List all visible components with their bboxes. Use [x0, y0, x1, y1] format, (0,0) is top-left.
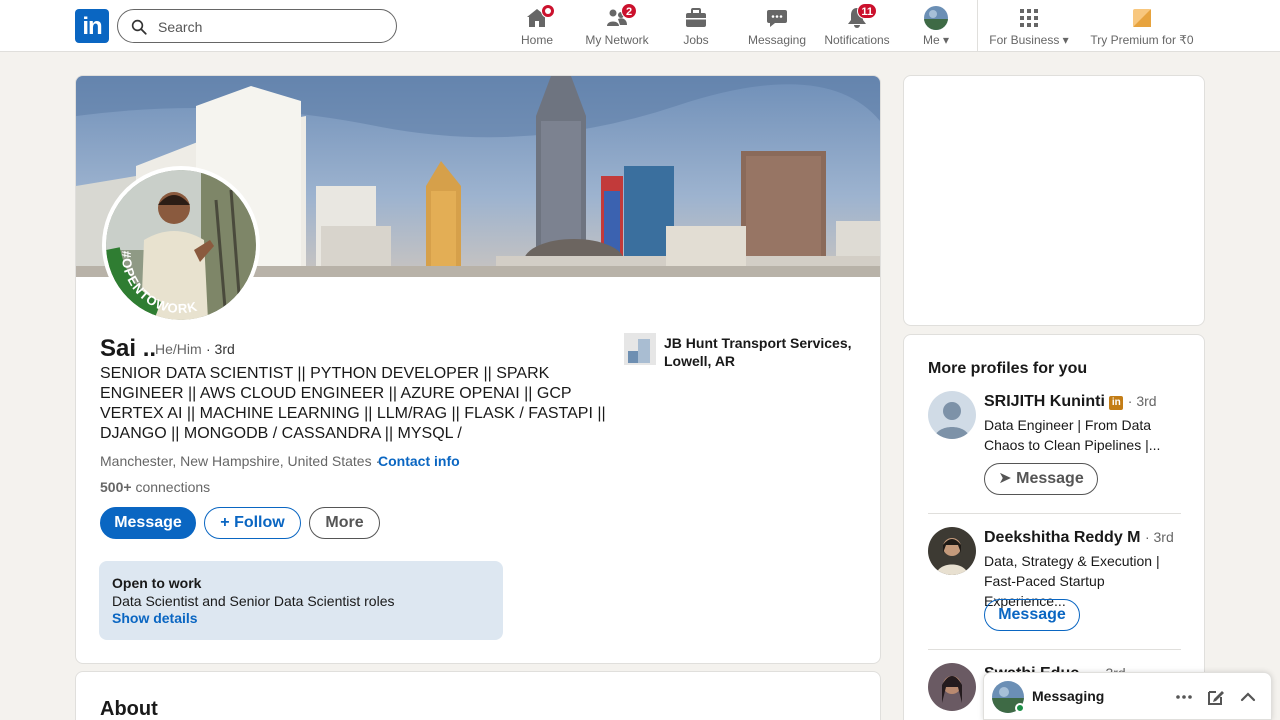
- nav-business-label: For Business ▾: [989, 33, 1069, 47]
- open-to-work-title: Open to work: [112, 575, 202, 591]
- nav-label: Notifications: [824, 33, 890, 47]
- profile-avatar[interactable]: #OPENTOWORK: [102, 166, 260, 324]
- online-status-icon: [1015, 703, 1025, 713]
- linkedin-logo-icon[interactable]: in: [75, 9, 109, 43]
- more-profiles-card: More profiles for you SRIJITH Kuninti in…: [903, 334, 1205, 720]
- profile-name: Sai ..: [100, 335, 157, 362]
- top-navigation: in Home 2 My Network Jobs Messaging: [0, 0, 1280, 52]
- profile-description: Data Engineer | From Data Chaos to Clean…: [984, 417, 1161, 453]
- nav-notifications[interactable]: 11 Notifications: [820, 0, 894, 52]
- open-to-work-roles: Data Scientist and Senior Data Scientist…: [112, 593, 395, 609]
- divider: [928, 649, 1181, 650]
- messaging-overlay-bar[interactable]: Messaging: [983, 672, 1272, 720]
- avatar: [928, 391, 976, 439]
- network-badge: 2: [621, 3, 637, 19]
- message-button[interactable]: Message: [100, 507, 196, 539]
- chat-bubble-icon: [765, 6, 789, 30]
- more-button[interactable]: More: [309, 507, 380, 539]
- compose-icon[interactable]: [1206, 687, 1226, 707]
- nav-divider: [977, 0, 978, 52]
- profile-location: Manchester, New Hampshire, United States…: [100, 453, 381, 469]
- follow-button[interactable]: + Follow: [204, 507, 301, 539]
- nav-my-network[interactable]: 2 My Network: [580, 0, 654, 52]
- plus-icon: +: [220, 514, 230, 531]
- send-icon: ➤: [998, 470, 1012, 487]
- people-icon: 2: [605, 3, 637, 30]
- about-section: About: [75, 671, 881, 720]
- avatar: [928, 663, 976, 711]
- about-title: About: [100, 698, 158, 720]
- more-profiles-title: More profiles for you: [928, 360, 1088, 377]
- profile-pronouns: He/Him: [155, 341, 202, 357]
- profile-headline: SENIOR DATA SCIENTIST || PYTHON DEVELOPE…: [100, 365, 606, 442]
- connections-count: 500+ connections: [100, 479, 211, 495]
- nav-label: Messaging: [747, 33, 807, 47]
- profile-name-row: SRIJITH Kuninti in · 3rd: [984, 393, 1157, 410]
- connection-degree: · 3rd: [206, 341, 235, 357]
- company-logo-icon[interactable]: [624, 333, 656, 365]
- search-input[interactable]: [158, 17, 378, 37]
- nav-me[interactable]: Me ▾: [912, 0, 960, 52]
- suggested-profile[interactable]: Deekshitha Reddy M · 3rd Data, Strategy …: [928, 527, 1188, 637]
- divider: [928, 513, 1181, 514]
- notifications-badge: 11: [857, 3, 877, 19]
- nav-label: Home: [520, 33, 553, 47]
- current-company[interactable]: JB Hunt Transport Services, Lowell, AR: [664, 334, 864, 370]
- nav-for-business[interactable]: For Business ▾: [986, 0, 1072, 52]
- linkedin-badge-icon: in: [1109, 396, 1124, 410]
- ad-placeholder: [903, 75, 1205, 326]
- profile-photo-icon: #OPENTOWORK: [106, 170, 256, 320]
- grid-apps-icon: [1017, 6, 1041, 30]
- message-button[interactable]: ➤ Message: [984, 463, 1098, 495]
- messaging-label: Messaging: [1032, 688, 1105, 704]
- chevron-up-icon[interactable]: [1238, 687, 1258, 707]
- more-options-icon[interactable]: [1174, 687, 1194, 707]
- home-icon: [525, 4, 555, 30]
- message-button[interactable]: Message: [984, 599, 1080, 631]
- nav-jobs[interactable]: Jobs: [666, 0, 726, 52]
- premium-icon: [1130, 6, 1154, 30]
- nav-label: Jobs: [683, 33, 709, 47]
- search-icon: [131, 19, 147, 35]
- profile-card: #OPENTOWORK Sai .. He/Him · 3rd SENIOR D…: [75, 75, 881, 664]
- nav-label: Try Premium for ₹0: [1090, 33, 1194, 47]
- nav-home[interactable]: Home: [507, 0, 567, 52]
- nav-me-label: Me ▾: [922, 33, 950, 47]
- user-avatar-small: [924, 6, 948, 30]
- search-box[interactable]: [117, 9, 397, 43]
- briefcase-icon: [684, 6, 708, 30]
- avatar: [928, 527, 976, 575]
- nav-label: My Network: [585, 33, 649, 47]
- suggested-profile[interactable]: SRIJITH Kuninti in · 3rd Data Engineer |…: [928, 391, 1188, 501]
- show-details-link[interactable]: Show details: [112, 610, 198, 626]
- nav-try-premium[interactable]: Try Premium for ₹0: [1086, 0, 1198, 52]
- profile-name-row: Deekshitha Reddy M · 3rd: [984, 529, 1174, 546]
- home-notification-dot: [541, 4, 555, 18]
- contact-info-link[interactable]: Contact info: [378, 453, 460, 469]
- nav-messaging[interactable]: Messaging: [742, 0, 812, 52]
- bell-icon: 11: [845, 3, 877, 30]
- open-to-work-box[interactable]: Open to work Data Scientist and Senior D…: [99, 561, 503, 640]
